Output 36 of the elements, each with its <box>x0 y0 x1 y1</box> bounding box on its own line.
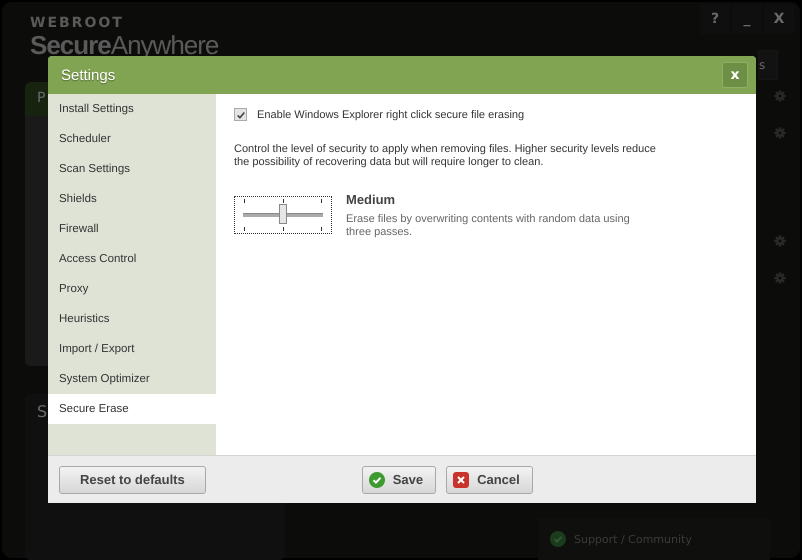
level-name: Medium <box>346 192 396 207</box>
check-icon <box>368 472 385 488</box>
check-icon <box>550 531 566 547</box>
reset-button[interactable]: Reset to defaults <box>59 466 206 494</box>
close-button[interactable]: x <box>722 62 748 88</box>
window-button[interactable]: _ <box>732 4 762 34</box>
sidebar-item[interactable]: Heuristics <box>48 304 216 334</box>
settings-icon[interactable] <box>774 235 786 247</box>
sidebar-item[interactable]: Scheduler <box>48 124 216 154</box>
close-icon <box>453 472 470 488</box>
window-button[interactable]: X <box>764 4 794 34</box>
description-text: Control the level of security to apply when removing files. Higher security levels reduce the possibility of recovering data but will require longer to clean. <box>234 143 657 169</box>
sidebar-item[interactable]: System Optimizer <box>48 364 216 394</box>
window-button[interactable]: ? <box>700 4 730 34</box>
security-slider[interactable] <box>234 196 332 234</box>
sidebar-item[interactable]: Scan Settings <box>48 154 216 184</box>
sidebar-item[interactable]: Access Control <box>48 244 216 274</box>
panel-title: S <box>37 402 48 421</box>
settings-icon[interactable] <box>774 90 786 102</box>
checkbox[interactable] <box>234 108 247 121</box>
sidebar-item[interactable]: Secure Erase <box>48 394 216 424</box>
settings-icon[interactable] <box>774 127 786 139</box>
settings-icon[interactable] <box>774 272 786 284</box>
sidebar-item[interactable]: Import / Export <box>48 334 216 364</box>
product-logo: SecureAnywhere <box>30 30 218 60</box>
checkbox-label: Enable Windows Explorer right click secure file erasing <box>257 108 524 120</box>
dialog-title: Settings <box>61 66 116 84</box>
cancel-button[interactable]: Cancel <box>446 466 533 494</box>
sidebar-item[interactable]: Firewall <box>48 214 216 244</box>
sidebar-item[interactable]: Shields <box>48 184 216 214</box>
sidebar-item[interactable]: Proxy <box>48 274 216 304</box>
brand-logo: WEBROOT <box>30 16 124 30</box>
panel-title: P <box>37 90 46 106</box>
level-description: Erase files by overwriting contents with random data using three passes. <box>346 213 631 239</box>
sidebar-item[interactable]: Install Settings <box>48 94 216 124</box>
save-button[interactable]: Save <box>362 466 436 494</box>
